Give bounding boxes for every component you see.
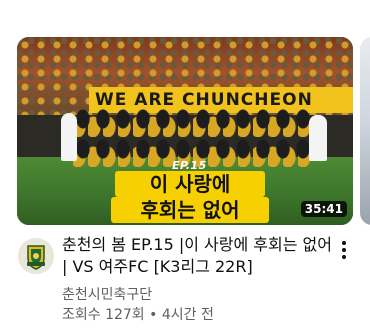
more-vert-icon (342, 241, 346, 259)
thumbnail-caption-line2: 후회는 없어 (111, 197, 269, 223)
duration-badge: 35:41 (300, 201, 347, 217)
channel-avatar[interactable] (18, 238, 54, 274)
channel-name[interactable]: 춘천시민축구단 (62, 284, 152, 304)
meta-separator: • (149, 307, 158, 323)
staff-figure-left (61, 113, 77, 161)
video-stats: 조회수 127회 • 4시간 전 (62, 304, 214, 324)
club-crest-icon (18, 238, 54, 274)
next-video-thumbnail[interactable] (360, 37, 370, 225)
more-options-button[interactable] (332, 238, 356, 262)
thumbnail-caption-line1: 이 사랑에 (115, 171, 265, 197)
staff-figure-right (309, 115, 327, 161)
video-thumbnail[interactable]: WE ARE CHUNCHEON EP.15 이 사랑에 후회는 없어 35:4… (17, 37, 353, 225)
upload-time: 4시간 전 (161, 307, 214, 323)
view-count: 조회수 127회 (62, 307, 145, 323)
video-title[interactable]: 춘천의 봄 EP.15 |이 사랑에 후회는 없어 | VS 여주FC [K3리… (62, 234, 332, 278)
video-card: WE ARE CHUNCHEON EP.15 이 사랑에 후회는 없어 35:4… (0, 0, 370, 336)
